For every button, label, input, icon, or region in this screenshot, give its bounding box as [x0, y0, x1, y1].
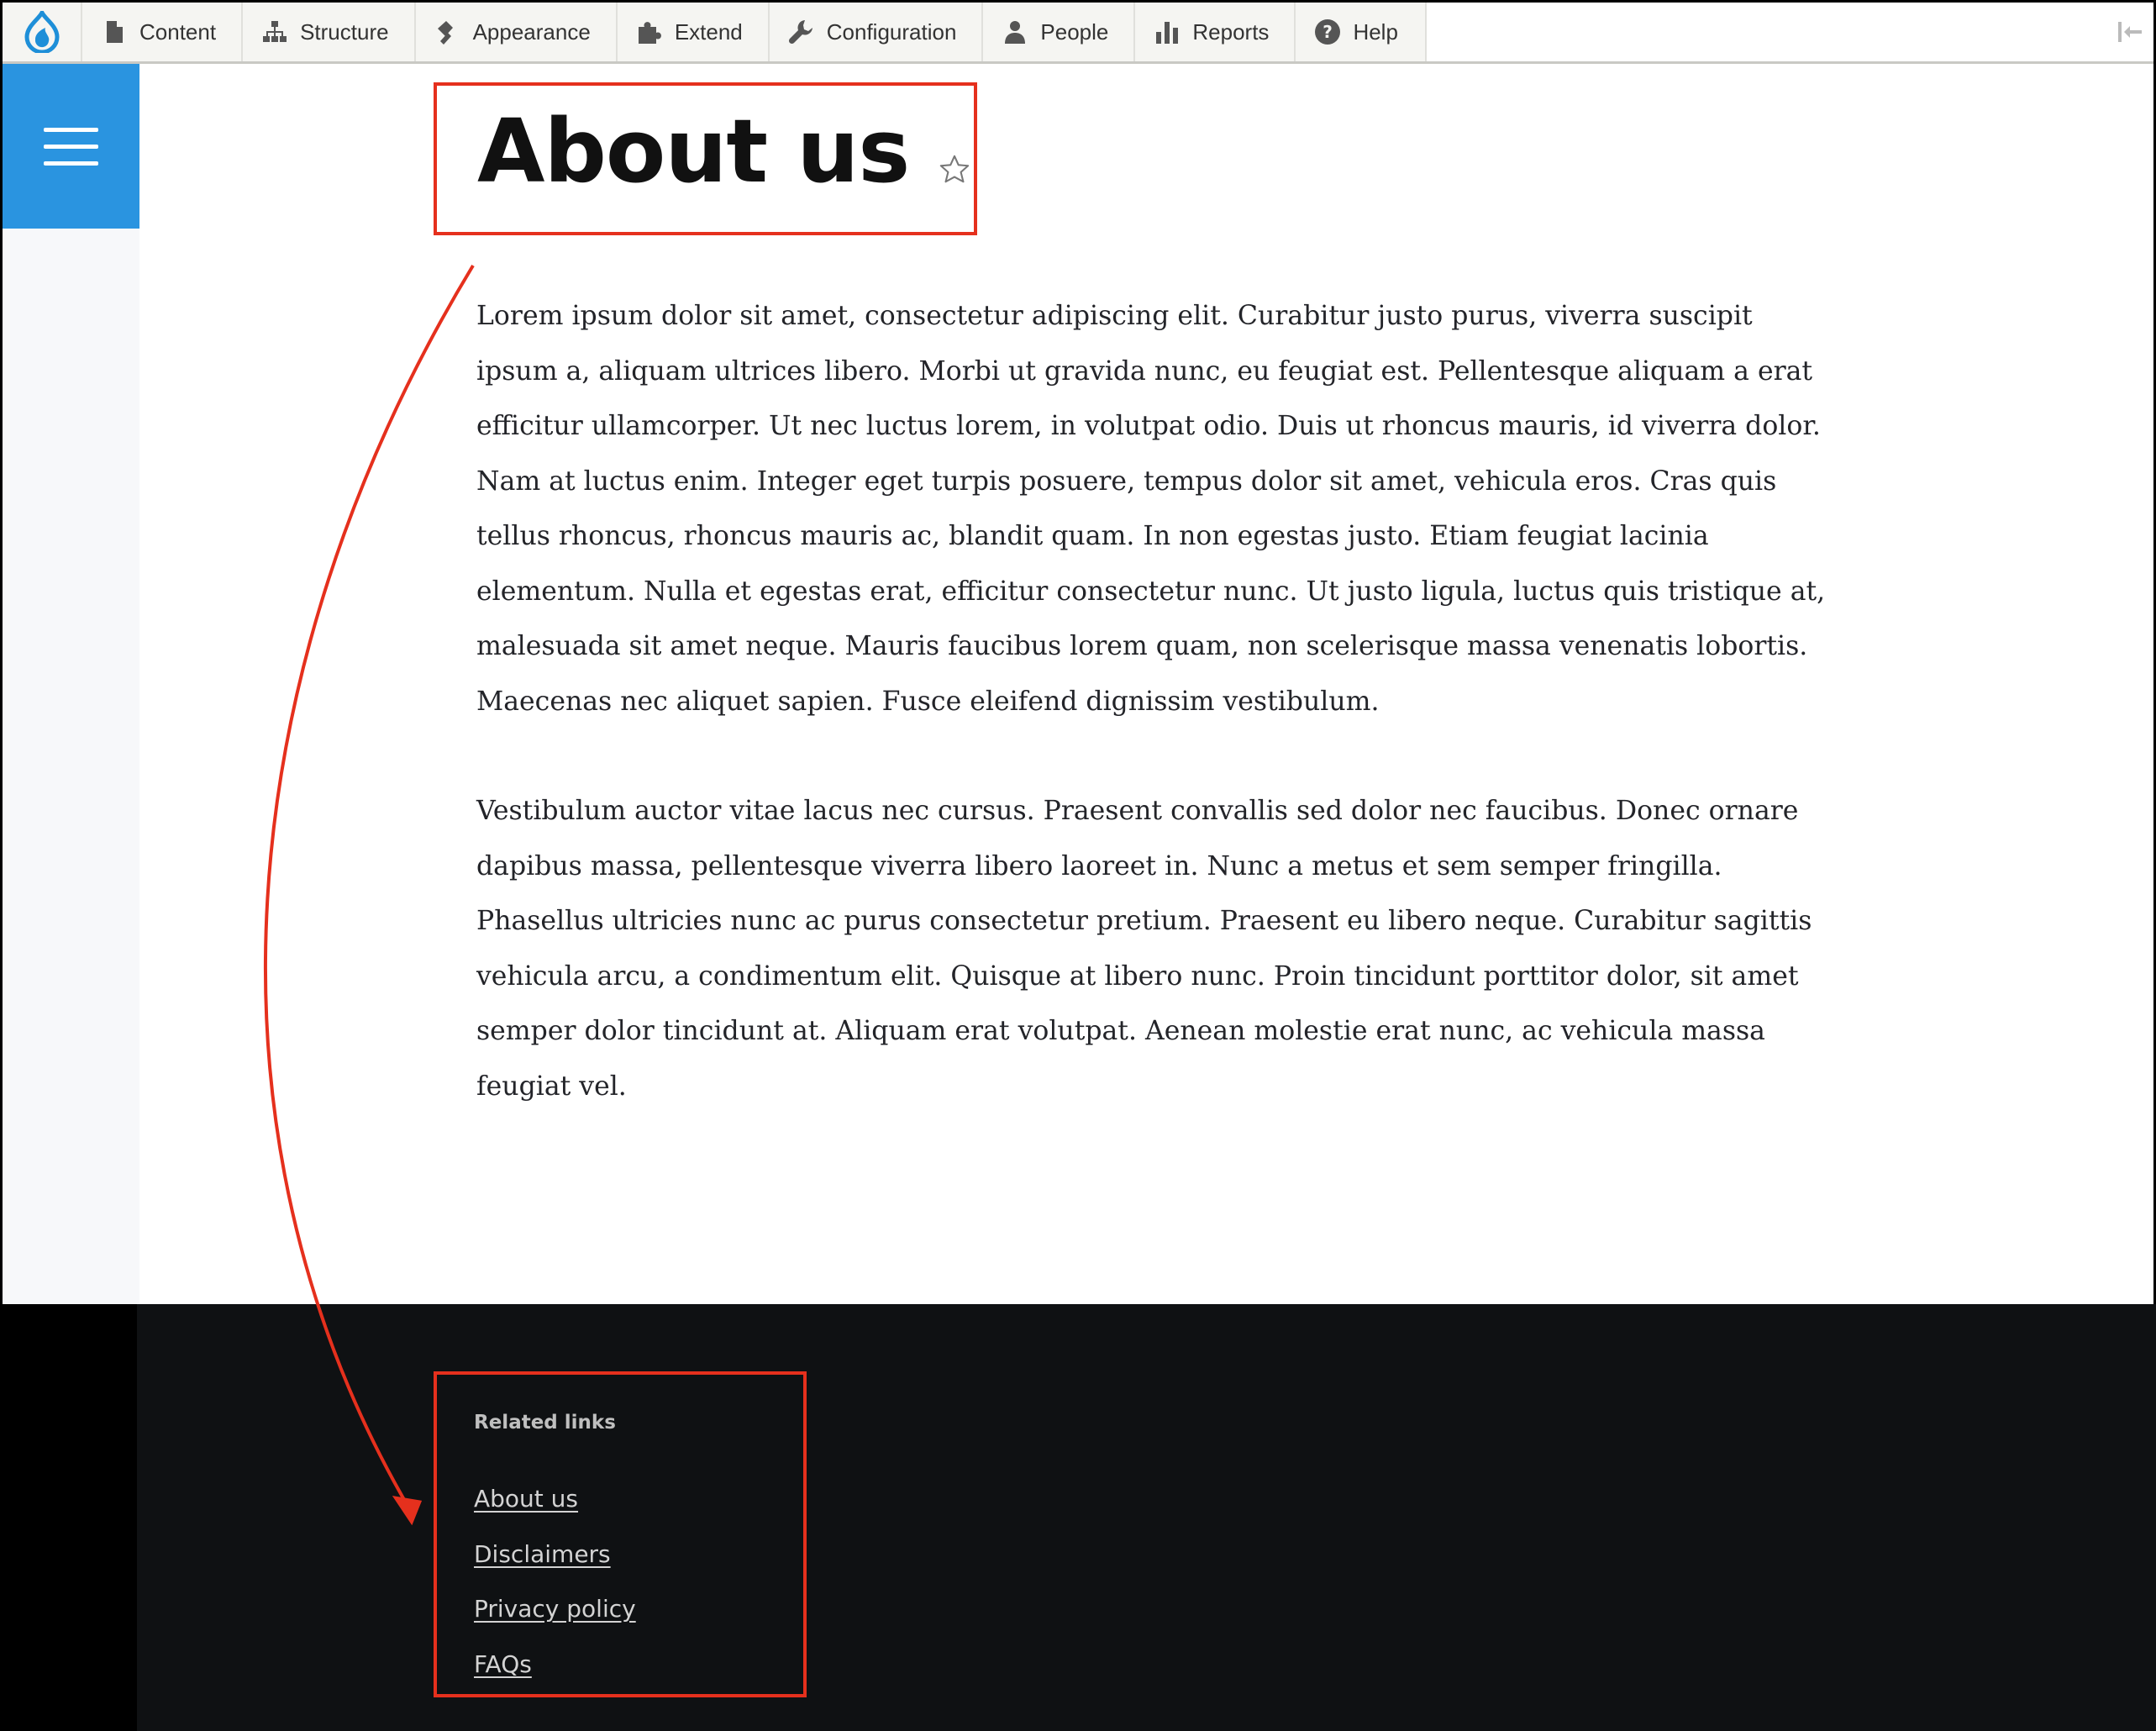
hamburger-menu-button[interactable] — [3, 64, 139, 229]
toolbar-item-label: Extend — [674, 18, 743, 45]
toolbar-item-extend[interactable]: Extend — [618, 3, 770, 61]
title-area: About us — [477, 99, 970, 204]
toolbar-item-people[interactable]: People — [983, 3, 1136, 61]
toolbar-item-structure[interactable]: Structure — [243, 3, 416, 61]
person-icon — [1005, 21, 1026, 44]
sitemap-icon — [263, 21, 287, 42]
page-title: About us — [477, 100, 910, 203]
paragraph: Lorem ipsum dolor sit amet, consectetur … — [476, 301, 1826, 717]
main-page: About us Lorem ipsum dolor sit amet, con… — [3, 64, 2153, 1304]
puzzle-icon — [638, 22, 661, 44]
file-icon — [107, 21, 123, 43]
article-body: Lorem ipsum dolor sit amet, consectetur … — [476, 289, 1838, 1169]
footer-link-privacy-policy[interactable]: Privacy policy — [474, 1581, 636, 1637]
admin-toolbar: Content Structure Appearance Extend Conf… — [3, 3, 2153, 64]
paint-roller-icon — [437, 21, 453, 45]
toolbar-item-reports[interactable]: Reports — [1135, 3, 1296, 61]
related-links-block: Related links About us Disclaimers Priva… — [474, 1412, 636, 1692]
question-icon: ? — [1315, 19, 1341, 45]
wrench-icon — [788, 20, 812, 45]
screenshot-frame: Content Structure Appearance Extend Conf… — [0, 0, 2156, 1731]
site-footer — [137, 1304, 2156, 1731]
toolbar-item-label: Appearance — [472, 18, 591, 45]
bar-chart-icon — [1156, 22, 1179, 44]
footer-link-faqs[interactable]: FAQs — [474, 1637, 636, 1692]
footer-left-strip — [0, 1304, 137, 1731]
drupal-logo-icon[interactable] — [3, 3, 82, 61]
related-links-title: Related links — [474, 1412, 616, 1434]
paragraph: Vestibulum auctor vitae lacus nec cursus… — [476, 796, 1812, 1102]
toolbar-item-label: Reports — [1192, 18, 1270, 45]
toolbar-item-help[interactable]: ? Help — [1296, 3, 1427, 61]
toolbar-item-content[interactable]: Content — [82, 3, 244, 61]
footer-link-disclaimers[interactable]: Disclaimers — [474, 1527, 636, 1582]
hamburger-line — [44, 144, 98, 149]
toolbar-spacer — [1426, 3, 2106, 61]
toolbar-item-label: Configuration — [826, 18, 957, 45]
toolbar-item-label: Help — [1353, 18, 1398, 45]
left-rail — [3, 64, 139, 1304]
related-links-list: About us Disclaimers Privacy policy FAQs — [474, 1471, 636, 1692]
toolbar-item-configuration[interactable]: Configuration — [770, 3, 984, 61]
collapse-left-icon — [2118, 22, 2142, 42]
toolbar-item-label: Content — [139, 18, 217, 45]
svg-text:?: ? — [1323, 22, 1333, 42]
toolbar-item-label: People — [1040, 18, 1109, 45]
hamburger-icon — [44, 127, 98, 132]
toolbar-item-label: Structure — [300, 18, 389, 45]
toolbar-collapse-button[interactable] — [2106, 3, 2153, 61]
star-icon[interactable] — [939, 154, 970, 186]
footer-link-about-us[interactable]: About us — [474, 1471, 636, 1527]
toolbar-item-appearance[interactable]: Appearance — [416, 3, 618, 61]
hamburger-line — [44, 160, 98, 166]
